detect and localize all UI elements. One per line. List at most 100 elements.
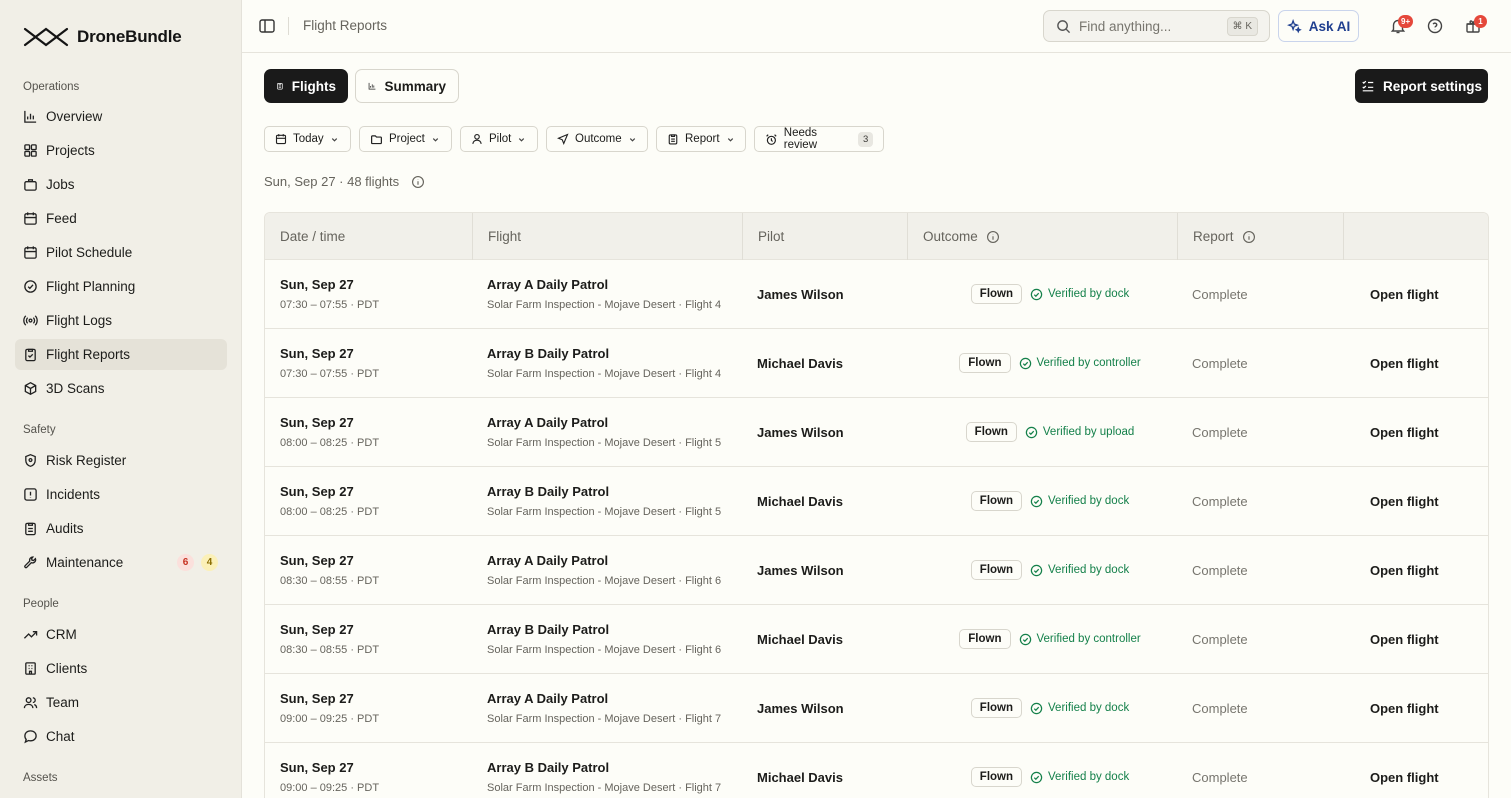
- global-search[interactable]: ⌘ K: [1043, 10, 1270, 42]
- filter-report[interactable]: Report: [656, 126, 746, 152]
- sidebar-item-crm[interactable]: CRM: [15, 619, 227, 650]
- sidebar-item-chat[interactable]: Chat: [15, 721, 227, 752]
- table-row[interactable]: Sun, Sep 27 07:30 – 07:55 · PDT Array A Da…: [265, 260, 1488, 329]
- verification-label: Verified by controller: [1036, 357, 1141, 369]
- cell-date: Sun, Sep 27 08:30 – 08:55 · PDT: [265, 536, 473, 604]
- sidebar-item-3d-scans[interactable]: 3D Scans: [15, 373, 227, 404]
- open-flight-link[interactable]: Open flight: [1370, 701, 1488, 716]
- sidebar-item-incidents[interactable]: Incidents: [15, 479, 227, 510]
- sidebar-item-flight-reports[interactable]: Flight Reports: [15, 339, 227, 370]
- filter-pilot[interactable]: Pilot: [460, 126, 538, 152]
- cell-action: Open flight: [1355, 743, 1488, 798]
- flight-date: Sun, Sep 27: [280, 484, 354, 499]
- cell-flight: Array B Daily Patrol Solar Farm Inspectio…: [472, 467, 742, 535]
- table-row[interactable]: Sun, Sep 27 07:30 – 07:55 · PDT Array B Da…: [265, 329, 1488, 398]
- cell-date: Sun, Sep 27 07:30 – 07:55 · PDT: [265, 329, 473, 397]
- table-row[interactable]: Sun, Sep 27 09:00 – 09:25 · PDT Array A Da…: [265, 674, 1488, 743]
- flight-time: 08:00 – 08:25 · PDT: [280, 437, 380, 449]
- flight-name[interactable]: Array A Daily Patrol: [487, 415, 742, 430]
- filter-today[interactable]: Today: [264, 126, 351, 152]
- sidebar-item-team[interactable]: Team: [15, 687, 227, 718]
- search-icon: [1057, 19, 1071, 33]
- sidebar-item-jobs[interactable]: Jobs: [15, 169, 227, 200]
- table-row[interactable]: Sun, Sep 27 08:00 – 08:25 · PDT Array B Da…: [265, 467, 1488, 536]
- verification-label: Verified by dock: [1048, 771, 1130, 783]
- open-flight-link[interactable]: Open flight: [1370, 563, 1488, 578]
- column-header-pilot[interactable]: Pilot: [742, 213, 908, 260]
- flight-date: Sun, Sep 27: [280, 346, 354, 361]
- briefcase-icon: [24, 179, 37, 191]
- flight-name[interactable]: Array A Daily Patrol: [487, 553, 742, 568]
- filter-needs-review[interactable]: Needs review 3: [754, 126, 884, 152]
- clipboard-icon: [668, 134, 678, 145]
- flight-name[interactable]: Array B Daily Patrol: [487, 346, 742, 361]
- brand-logo[interactable]: DroneBundle: [23, 26, 182, 48]
- sidebar-item-projects[interactable]: Projects: [15, 135, 227, 166]
- search-input[interactable]: [1079, 18, 1219, 34]
- sidebar-item-flight-logs[interactable]: Flight Logs: [15, 305, 227, 336]
- open-flight-link[interactable]: Open flight: [1370, 287, 1488, 302]
- open-flight-link[interactable]: Open flight: [1370, 770, 1488, 785]
- filter-outcome[interactable]: Outcome: [546, 126, 648, 152]
- ask-ai-label: Ask AI: [1308, 18, 1351, 34]
- flight-name[interactable]: Array B Daily Patrol: [487, 760, 742, 775]
- cell-report: Complete: [1177, 260, 1344, 328]
- check-circle-icon: [1030, 771, 1043, 783]
- sidebar-item-maintenance[interactable]: Maintenance 6 4: [15, 547, 227, 578]
- sidebar: DroneBundle Operations Overview Projects…: [0, 0, 242, 798]
- sidebar-item-flight-planning[interactable]: Flight Planning: [15, 271, 227, 302]
- bar-chart-icon: [368, 82, 376, 90]
- cell-action: Open flight: [1355, 605, 1488, 673]
- sidebar-item-audits[interactable]: Audits: [15, 513, 227, 544]
- column-header-date[interactable]: Date / time: [265, 213, 473, 260]
- breadcrumb[interactable]: Flight Reports: [303, 18, 387, 33]
- cell-action: Open flight: [1355, 674, 1488, 742]
- column-header-outcome[interactable]: Outcome: [907, 213, 1178, 260]
- open-flight-link[interactable]: Open flight: [1370, 632, 1488, 647]
- open-flight-link[interactable]: Open flight: [1370, 494, 1488, 509]
- flight-name[interactable]: Array B Daily Patrol: [487, 622, 742, 637]
- outcome-badge: Flown: [965, 422, 1017, 442]
- sidebar-item-risk-register[interactable]: Risk Register: [15, 445, 227, 476]
- sidebar-toggle-icon[interactable]: [258, 17, 276, 35]
- column-header-report[interactable]: Report: [1177, 213, 1344, 260]
- bar-chart-icon: [24, 110, 37, 123]
- table-row[interactable]: Sun, Sep 27 08:00 – 08:25 · PDT Array A Da…: [265, 398, 1488, 467]
- tab-flights[interactable]: Flights: [264, 69, 348, 103]
- verification-status: Verified by dock: [1030, 702, 1129, 715]
- open-flight-link[interactable]: Open flight: [1370, 356, 1488, 371]
- pilot-name: Michael Davis: [757, 493, 843, 509]
- open-flight-link[interactable]: Open flight: [1370, 425, 1488, 440]
- cell-outcome: Flown Verified by dock: [907, 536, 1178, 604]
- table-row[interactable]: Sun, Sep 27 09:00 – 09:25 · PDT Array B Da…: [265, 743, 1488, 798]
- verification-status: Verified by dock: [1030, 495, 1129, 508]
- flight-name[interactable]: Array A Daily Patrol: [487, 277, 742, 292]
- cell-outcome: Flown Verified by dock: [907, 743, 1178, 798]
- sidebar-item-clients[interactable]: Clients: [15, 653, 227, 684]
- table-row[interactable]: Sun, Sep 27 08:30 – 08:55 · PDT Array A Da…: [265, 536, 1488, 605]
- column-header-flight[interactable]: Flight: [472, 213, 742, 260]
- report-settings-button[interactable]: Report settings: [1355, 69, 1488, 103]
- filter-project[interactable]: Project: [359, 126, 452, 152]
- flight-date: Sun, Sep 27: [280, 553, 354, 568]
- sidebar-item-label: Jobs: [46, 177, 75, 192]
- sidebar-item-feed[interactable]: Feed: [15, 203, 227, 234]
- info-icon[interactable]: [1242, 230, 1256, 244]
- cell-pilot: James Wilson: [742, 536, 908, 604]
- sidebar-item-pilot-schedule[interactable]: Pilot Schedule: [15, 237, 227, 268]
- sidebar-item-label: Projects: [46, 143, 95, 158]
- clipboard-check-icon: [25, 348, 36, 362]
- sidebar-item-label: Flight Planning: [46, 279, 136, 294]
- sidebar-item-overview[interactable]: Overview: [15, 101, 227, 132]
- info-icon[interactable]: [986, 230, 1000, 244]
- verification-label: Verified by dock: [1048, 495, 1130, 507]
- info-icon[interactable]: [411, 175, 425, 189]
- help-icon[interactable]: [1426, 17, 1444, 35]
- flight-name[interactable]: Array B Daily Patrol: [487, 484, 742, 499]
- ask-ai-button[interactable]: Ask AI: [1278, 10, 1359, 42]
- tab-summary[interactable]: Summary: [355, 69, 459, 103]
- flight-date: Sun, Sep 27: [280, 415, 354, 430]
- table-row[interactable]: Sun, Sep 27 08:30 – 08:55 · PDT Array B Da…: [265, 605, 1488, 674]
- flight-name[interactable]: Array A Daily Patrol: [487, 691, 742, 706]
- sidebar-item-label: Maintenance: [46, 555, 124, 570]
